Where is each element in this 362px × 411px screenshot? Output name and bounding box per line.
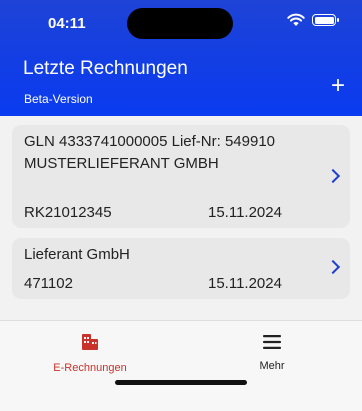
plus-icon: + [330,72,345,99]
invoice-icon [82,334,98,350]
dynamic-island [127,8,233,39]
tab-mehr[interactable]: Mehr [217,331,327,372]
invoice-date: 15.11.2024 [208,204,282,221]
chevron-right-icon [325,259,341,275]
page-subtitle: Beta-Version [24,92,93,106]
tab-bar: E-Rechnungen Mehr [0,320,362,411]
chevron-right-icon [325,168,341,184]
invoice-supplier: Lieferant GmbH [24,246,130,263]
invoice-reference: 471102 [24,275,73,292]
menu-icon [263,335,281,349]
tab-e-rechnungen[interactable]: E-Rechnungen [35,331,145,374]
tab-label: E-Rechnungen [53,362,127,374]
status-time: 04:11 [48,15,86,32]
invoice-date: 15.11.2024 [208,275,282,292]
invoice-card[interactable]: GLN 4333741000005 Lief-Nr: 549910 MUSTER… [12,125,350,228]
wifi-icon [287,13,305,26]
header: 04:11 Letzte Rechnungen Beta-Version + [0,0,362,116]
home-indicator [115,380,247,385]
tab-label: Mehr [259,360,285,372]
invoice-reference: RK21012345 [24,204,112,221]
add-invoice-button[interactable]: + [331,74,345,98]
battery-icon [312,14,339,26]
status-icons [287,13,339,27]
invoice-supplier: GLN 4333741000005 Lief-Nr: 549910 MUSTER… [24,133,276,172]
invoice-card[interactable]: Lieferant GmbH 471102 15.11.2024 [12,238,350,299]
page-title: Letzte Rechnungen [23,58,188,79]
